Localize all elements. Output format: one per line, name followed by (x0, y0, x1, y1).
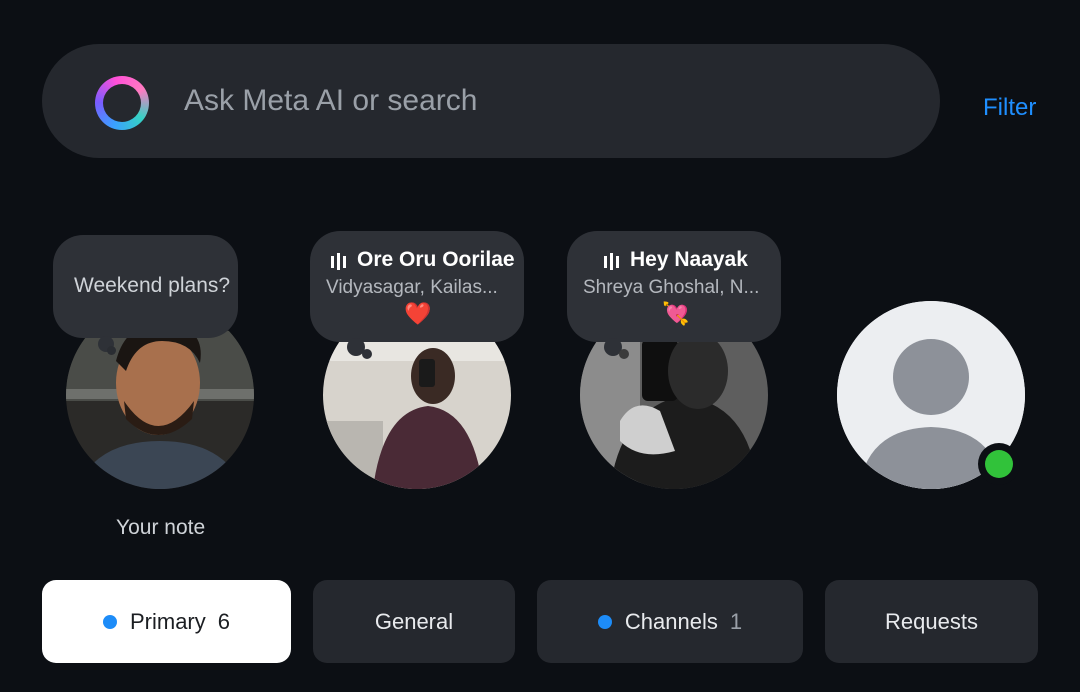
unread-dot (597, 614, 612, 629)
online-status-dot (985, 450, 1013, 478)
song-artist: Shreya Ghoshal, N... (583, 277, 760, 298)
your-note-caption: Your note (116, 516, 206, 539)
heart-emoji: ❤️ (404, 301, 432, 326)
song-artist: Vidyasagar, Kailas... (326, 277, 498, 298)
note-text: Weekend plans? (74, 274, 231, 297)
tab-count: 1 (729, 608, 743, 634)
equalizer-icon (331, 253, 349, 271)
tab-label: Channels (624, 608, 718, 634)
note-bubble-tail-dot (107, 346, 116, 355)
heart-arrow-emoji: 💘 (662, 301, 690, 326)
meta-ai-ring-icon[interactable] (95, 76, 149, 130)
tab-primary[interactable]: Primary 6 (42, 580, 291, 663)
tab-label: General (374, 608, 454, 634)
tab-general[interactable]: General (313, 580, 515, 663)
filter-button[interactable]: Filter (983, 94, 1036, 122)
tab-channels[interactable]: Channels 1 (537, 580, 803, 663)
equalizer-icon (604, 253, 622, 271)
tab-label: Primary (129, 608, 206, 634)
tab-label: Requests (885, 608, 978, 634)
tab-requests[interactable]: Requests (825, 580, 1038, 663)
song-title: Hey Naayak (630, 248, 748, 271)
note-bubble-tail-dot (619, 349, 629, 359)
unread-dot (102, 614, 117, 629)
song-title: Ore Oru Oorilae (357, 248, 515, 271)
search-bar[interactable] (42, 44, 940, 158)
note-bubble-tail-dot (362, 349, 372, 359)
tab-count: 6 (217, 608, 231, 634)
search-input[interactable]: Ask Meta AI or search (184, 84, 477, 118)
